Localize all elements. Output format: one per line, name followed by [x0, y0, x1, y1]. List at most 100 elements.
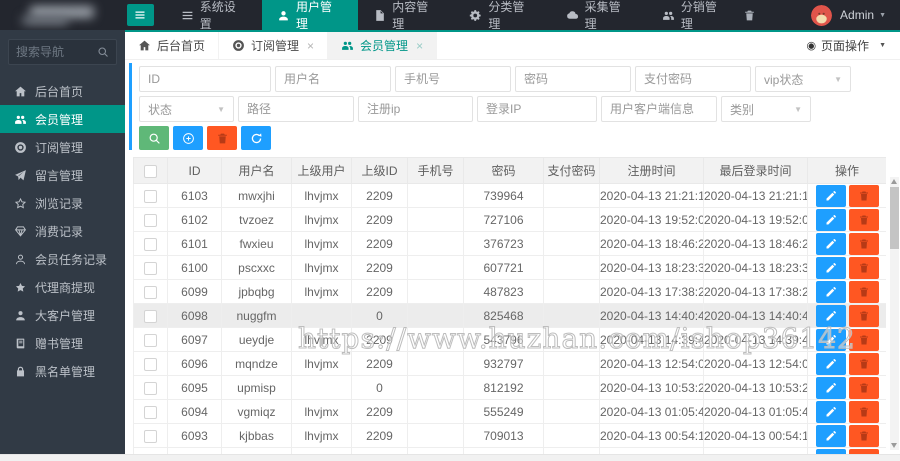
vertical-scrollbar[interactable] — [890, 177, 899, 450]
clear-cache-icon[interactable] — [743, 9, 756, 22]
sidebar-item[interactable]: 消费记录 — [0, 217, 125, 245]
delete-row-button[interactable] — [848, 400, 879, 423]
filter-select[interactable]: 状态 ▼ — [139, 96, 234, 122]
edit-row-button[interactable] — [815, 304, 846, 327]
delete-row-button[interactable] — [848, 304, 879, 327]
select-all-checkbox[interactable] — [144, 164, 157, 178]
edit-row-button[interactable] — [815, 280, 846, 303]
cell-last_login_time: 2020-04-13 12:54:00 — [703, 351, 808, 376]
trash-icon — [858, 382, 870, 394]
delete-row-button[interactable] — [848, 352, 879, 375]
nav-menu-item[interactable]: 分类管理 — [454, 0, 550, 31]
filter-input[interactable] — [477, 96, 597, 122]
delete-row-button[interactable] — [848, 208, 879, 231]
cell-register_time: 2020-04-13 21:21:11 — [599, 183, 704, 208]
nav-menu-item[interactable]: 分销管理 — [647, 0, 743, 31]
sidebar-item[interactable]: 浏览记录 — [0, 189, 125, 217]
edit-row-button[interactable] — [815, 232, 846, 255]
page-actions-dropdown[interactable]: ◉ 页面操作 ▼ — [792, 32, 900, 59]
search-button[interactable] — [139, 126, 169, 150]
edit-row-button[interactable] — [815, 400, 846, 423]
scroll-up-arrow[interactable] — [891, 179, 897, 184]
delete-row-button[interactable] — [848, 280, 879, 303]
filter-input[interactable] — [358, 96, 473, 122]
row-checkbox[interactable] — [144, 189, 157, 203]
sidebar-item[interactable]: 留言管理 — [0, 161, 125, 189]
tab[interactable]: 会员管理 × — [328, 32, 438, 59]
sidebar-toggle-button[interactable] — [126, 4, 154, 26]
refresh-button[interactable] — [241, 126, 271, 150]
scrollbar-thumb[interactable] — [890, 187, 899, 249]
delete-row-button[interactable] — [848, 184, 879, 207]
cloud-icon — [566, 9, 579, 22]
row-checkbox[interactable] — [144, 357, 157, 371]
cell-username: mwxjhi — [221, 183, 292, 208]
edit-row-button[interactable] — [815, 208, 846, 231]
cell-id: 6103 — [167, 183, 222, 208]
edit-row-button[interactable] — [815, 184, 846, 207]
delete-row-button[interactable] — [848, 424, 879, 447]
row-checkbox[interactable] — [144, 213, 157, 227]
filter-input[interactable] — [395, 66, 511, 92]
nav-menu-item[interactable]: 采集管理 — [551, 0, 647, 31]
row-checkbox[interactable] — [144, 429, 157, 443]
sidebar-item[interactable]: 会员任务记录 — [0, 245, 125, 273]
sidebar-item[interactable]: 后台首页 — [0, 77, 125, 105]
pencil-icon — [825, 286, 837, 298]
scroll-down-arrow[interactable] — [891, 443, 897, 448]
row-checkbox[interactable] — [144, 237, 157, 251]
edit-row-button[interactable] — [815, 256, 846, 279]
row-checkbox[interactable] — [144, 261, 157, 275]
cell-id: 6095 — [167, 375, 222, 400]
horizontal-scrollbar[interactable] — [0, 454, 900, 461]
filter-input[interactable] — [139, 66, 271, 92]
user-dropdown[interactable]: Admin ▼ — [811, 4, 886, 26]
filter-input[interactable] — [238, 96, 354, 122]
filter-input[interactable] — [515, 66, 631, 92]
nav-menu-item[interactable]: 内容管理 — [358, 0, 454, 31]
delete-row-button[interactable] — [848, 232, 879, 255]
sidebar-item[interactable]: 订阅管理 — [0, 133, 125, 161]
filter-input[interactable] — [275, 66, 391, 92]
add-button[interactable] — [173, 126, 203, 150]
sidebar-item[interactable]: 会员管理 — [0, 105, 125, 133]
users-icon — [341, 39, 354, 52]
cell-password: 825468 — [463, 303, 544, 328]
pencil-icon — [825, 358, 837, 370]
edit-row-button[interactable] — [815, 328, 846, 351]
tab[interactable]: 订阅管理 × — [219, 32, 329, 59]
edit-row-button[interactable] — [815, 424, 846, 447]
filter-select[interactable]: vip状态 ▼ — [755, 66, 851, 92]
tab[interactable]: 后台首页 — [125, 32, 220, 59]
row-checkbox[interactable] — [144, 309, 157, 323]
row-checkbox[interactable] — [144, 285, 157, 299]
member-table: ID 用户名 上级用户 上级ID 手机号 密码 支付密码 注册时间 最后登录时间 操作 6103 m… — [133, 157, 886, 460]
sidebar-item[interactable]: 代理商提现 — [0, 273, 125, 301]
filter-select[interactable]: 类别 ▼ — [721, 96, 811, 122]
close-tab-icon[interactable]: × — [307, 40, 314, 52]
sidebar-search — [8, 39, 117, 65]
row-checkbox[interactable] — [144, 405, 157, 419]
row-checkbox[interactable] — [144, 333, 157, 347]
edit-row-button[interactable] — [815, 352, 846, 375]
delete-row-button[interactable] — [848, 256, 879, 279]
trash-icon — [216, 132, 229, 145]
filter-input[interactable] — [601, 96, 717, 122]
sidebar-item[interactable]: 黑名单管理 — [0, 357, 125, 385]
home-icon — [138, 39, 151, 52]
nav-menu-item[interactable]: 系统设置 — [166, 0, 262, 31]
filter-input[interactable] — [635, 66, 751, 92]
nav-menu-item[interactable]: 用户管理 — [261, 0, 359, 31]
edit-row-button[interactable] — [815, 376, 846, 399]
row-checkbox[interactable] — [144, 381, 157, 395]
sidebar-item[interactable]: 赠书管理 — [0, 329, 125, 357]
filter-panel: vip状态 ▼ 状态 ▼ 类别 ▼ — [129, 63, 892, 150]
delete-row-button[interactable] — [848, 376, 879, 399]
sidebar-item[interactable]: 大客户管理 — [0, 301, 125, 329]
close-tab-icon[interactable]: × — [416, 40, 423, 52]
table-row: 6096 mqndze lhvjmx 2209 932797 2020-04-13 12:… — [133, 351, 886, 376]
cell-register_time: 2020-04-13 18:46:26 — [599, 231, 704, 256]
delete-button[interactable] — [207, 126, 237, 150]
delete-row-button[interactable] — [848, 328, 879, 351]
sidebar-search-input[interactable] — [16, 45, 97, 59]
